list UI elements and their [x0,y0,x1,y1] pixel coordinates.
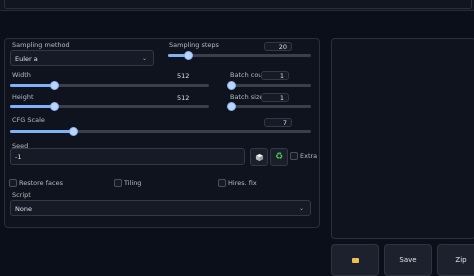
slider-fill [10,105,54,108]
random-seed-button[interactable] [250,148,268,166]
save-button[interactable]: Save [384,244,432,276]
recycle-icon: ♻ [274,151,284,162]
cfg-scale-label: CFG Scale [12,116,45,124]
dice-icon [255,153,263,161]
sampling-method-dropdown[interactable]: Euler a ⌄ [10,50,154,66]
folder-icon [351,257,359,263]
width-slider[interactable] [10,81,209,90]
slider-fill [10,84,54,87]
script-value: None [15,205,32,213]
slider-thumb[interactable] [227,102,236,111]
sampling-steps-slider[interactable] [168,51,311,60]
seed-input[interactable]: -1 [10,148,245,165]
height-input[interactable]: 512 [177,94,191,103]
batch-count-slider[interactable] [227,81,311,90]
slider-thumb[interactable] [49,81,59,90]
restore-faces-label: Restore faces [19,179,63,187]
sampling-method-value: Euler a [15,55,38,63]
cfg-scale-input[interactable]: 7 [264,118,292,127]
sampling-steps-input[interactable]: 20 [264,42,292,51]
hires-fix-label: Hires. fix [228,179,257,187]
slider-thumb[interactable] [49,102,59,111]
batch-size-input[interactable]: 1 [261,93,289,102]
batch-size-label: Batch size [230,93,264,101]
sampling-method-label: Sampling method [12,41,70,49]
reuse-seed-button[interactable]: ♻ [270,148,288,166]
tiling-checkbox[interactable] [114,179,122,187]
width-input[interactable]: 512 [177,72,191,81]
cfg-scale-slider[interactable] [10,127,311,136]
image-gallery [331,38,474,239]
extra-label: Extra [300,152,318,160]
width-label: Width [12,71,31,79]
extra-checkbox[interactable] [290,152,298,160]
batch-count-input[interactable]: 1 [261,71,289,80]
chevron-down-icon: ⌄ [141,55,147,62]
script-dropdown[interactable]: None ⌄ [10,200,311,216]
slider-thumb[interactable] [184,51,194,60]
script-label: Script [12,191,31,199]
slider-fill [10,130,74,133]
chevron-down-icon: ⌄ [298,205,304,212]
height-label: Height [12,93,34,101]
slider-thumb[interactable] [227,81,236,90]
hires-fix-checkbox[interactable] [218,179,226,187]
batch-size-slider[interactable] [227,102,311,111]
height-slider[interactable] [10,102,209,111]
zip-button[interactable]: Zip [437,244,474,276]
prompt-panel-edge [4,0,472,9]
restore-faces-checkbox[interactable] [9,179,17,187]
tiling-label: Tiling [124,179,142,187]
sampling-steps-label: Sampling steps [169,41,219,49]
open-folder-button[interactable] [331,244,379,276]
